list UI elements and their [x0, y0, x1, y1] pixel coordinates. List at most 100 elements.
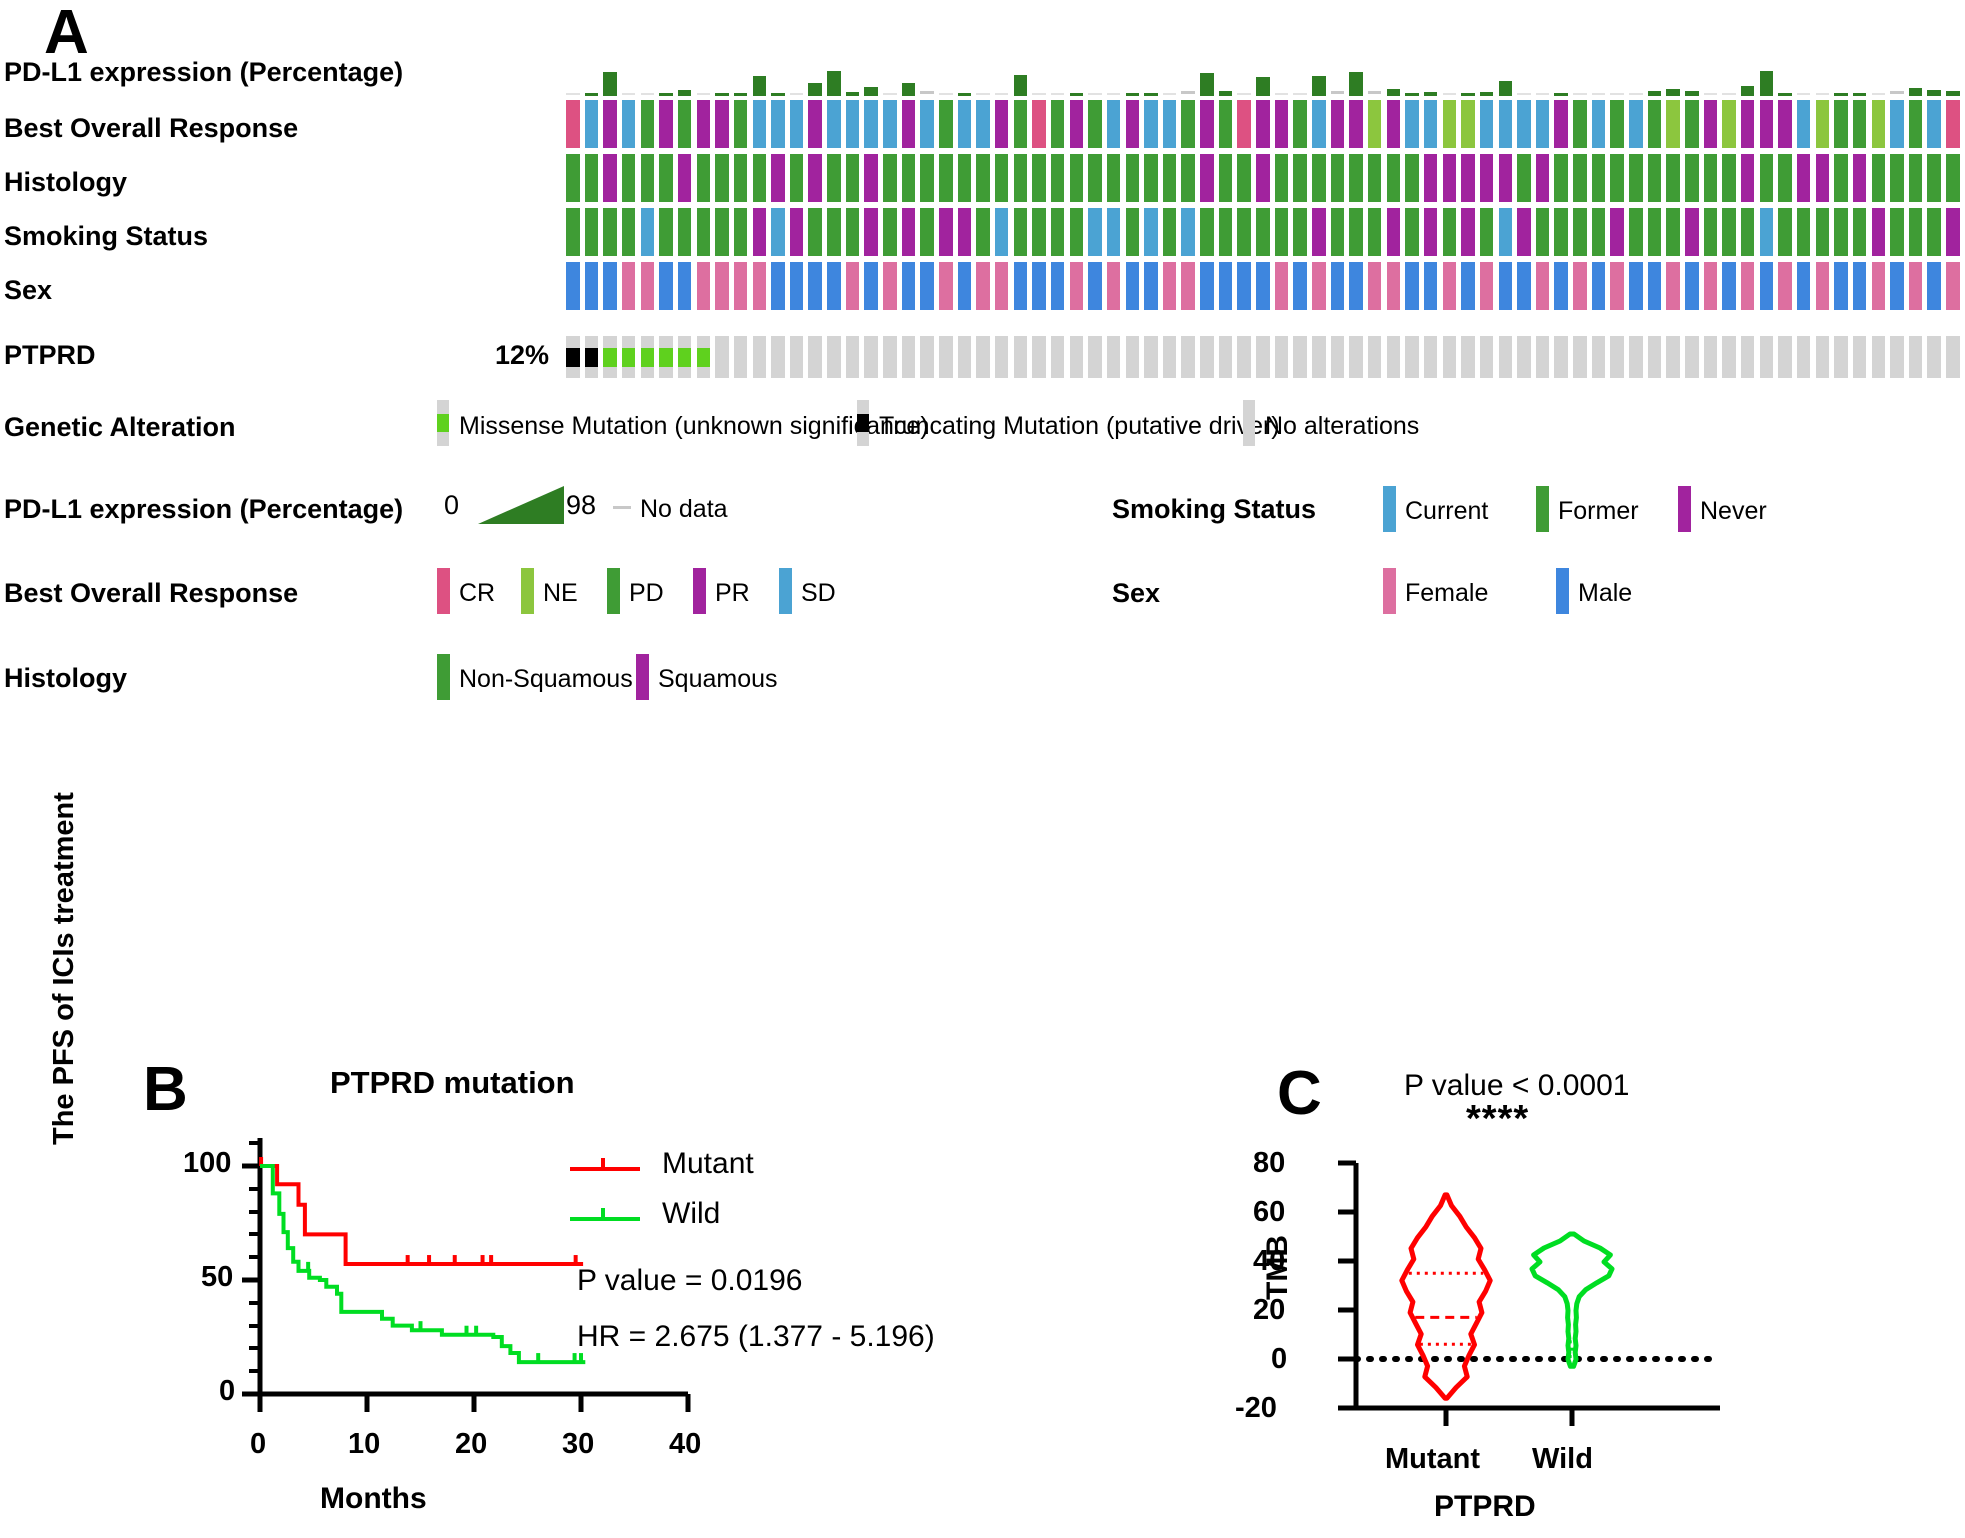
pdl1-bar	[640, 93, 655, 95]
oncoprint-cell-background	[1013, 336, 1028, 378]
oncoprint-cell	[1367, 154, 1382, 202]
oncoprint-cell-background	[1106, 336, 1121, 378]
pdl1-bar	[920, 91, 934, 94]
legend-item-label: PR	[715, 579, 750, 607]
oncoprint-cell	[1479, 262, 1494, 310]
legend-swatch-icon	[1383, 486, 1396, 532]
oncoprint-tracks[interactable]	[566, 40, 1965, 380]
pdl1-bar	[1088, 93, 1102, 95]
oncoprint-cell	[789, 100, 804, 148]
oncoprint-alteration-marker	[640, 347, 655, 367]
oncoprint-cell	[1666, 154, 1680, 202]
pdl1-bar	[1013, 74, 1028, 96]
oncoprint-cell	[1703, 262, 1718, 310]
legend-marker-mutant-icon	[570, 1158, 640, 1171]
pdl1-gradient-max: 98	[566, 490, 597, 520]
oncoprint-cell-background	[1685, 336, 1699, 378]
oncoprint-cell	[621, 100, 636, 148]
pdl1-bar	[1778, 93, 1792, 96]
oncoprint-cell	[1554, 208, 1568, 256]
pdl1-gradient-wedge	[478, 486, 564, 524]
oncoprint-cell	[1871, 262, 1885, 310]
oncoprint-cell	[715, 154, 729, 202]
oncoprint-cell	[1535, 262, 1550, 310]
oncoprint-cell	[1666, 208, 1680, 256]
pdl1-bar	[864, 86, 878, 96]
oncoprint-cell	[1685, 208, 1699, 256]
oncoprint-alteration-marker	[584, 347, 599, 367]
legend-title-pdl1: PD-L1 expression (Percentage)	[4, 494, 404, 524]
oncoprint-cell	[1871, 154, 1885, 202]
legend-marker-wild-icon	[570, 1208, 640, 1221]
oncoprint-cell-background	[920, 336, 934, 378]
oncoprint-cell	[1927, 208, 1941, 256]
oncoprint-cell-background	[1573, 336, 1587, 378]
oncoprint-cell-background	[771, 336, 785, 378]
oncoprint-cell	[1740, 208, 1755, 256]
oncoprint-cell	[827, 154, 841, 202]
oncoprint-cell-background	[1349, 336, 1363, 378]
oncoprint-cell-background	[1517, 336, 1531, 378]
oncoprint-cell	[603, 262, 617, 310]
oncoprint-cell	[752, 262, 766, 310]
oncoprint-row-pd-l1-expression-percentage	[566, 40, 1965, 96]
panel-letter-b: B	[143, 1055, 188, 1124]
panel-c-stars: ****	[1466, 1098, 1530, 1140]
oncoprint-cell-background	[1666, 336, 1680, 378]
oncoprint-cell-background	[1423, 336, 1438, 378]
pdl1-bar	[1461, 92, 1475, 96]
oncoprint-cell	[1815, 208, 1830, 256]
oncoprint-cell	[696, 154, 711, 202]
oncoprint-cell	[920, 262, 934, 310]
oncoprint-cell	[752, 100, 766, 148]
legend-item-label: Non-Squamous	[459, 665, 633, 693]
pdl1-bar	[1162, 93, 1177, 95]
oncoprint-cell	[1479, 208, 1494, 256]
pdl1-bar	[1946, 90, 1960, 96]
oncoprint-cell-background	[845, 336, 860, 378]
pdl1-bar	[1237, 93, 1251, 95]
oncoprint-cell	[1908, 262, 1923, 310]
pdl1-bar	[1386, 88, 1401, 96]
oncoprint-cell	[1852, 262, 1867, 310]
ptprd-percent: 12%	[495, 340, 550, 370]
panel-b-xlabel: Months	[320, 1482, 427, 1515]
oncoprint-cell	[957, 262, 972, 310]
oncoprint-cell	[901, 262, 916, 310]
oncoprint-cell-background	[1852, 336, 1867, 378]
oncoprint-cell	[1796, 154, 1811, 202]
oncoprint-cell	[1647, 262, 1662, 310]
oncoprint-cell-background	[1181, 336, 1195, 378]
pdl1-bar	[1759, 70, 1774, 96]
oncoprint-cell	[883, 154, 897, 202]
oncoprint-cell	[1852, 154, 1867, 202]
oncoprint-cell-background	[1871, 336, 1885, 378]
pdl1-bar	[1573, 93, 1587, 95]
oncoprint-cell-background	[1629, 336, 1643, 378]
pdl1-bar	[1815, 93, 1830, 95]
tmb-violin-plot[interactable]	[1300, 1155, 1860, 1455]
oncoprint-cell-background	[1050, 336, 1065, 378]
pdl1-bar	[939, 93, 953, 95]
oncoprint-cell-background	[1535, 336, 1550, 378]
oncoprint-cell	[584, 208, 599, 256]
pdl1-bar	[1312, 75, 1326, 96]
oncoprint-cell-background	[808, 336, 822, 378]
oncoprint-cell	[1442, 262, 1457, 310]
pdl1-nodata-label: No data	[640, 495, 728, 523]
oncoprint-cell	[1237, 154, 1251, 202]
oncoprint-cell	[1666, 262, 1680, 310]
oncoprint-cell	[1256, 154, 1270, 202]
pdl1-bar	[827, 71, 841, 96]
oncoprint-cell	[939, 154, 953, 202]
pdl1-bar	[715, 93, 729, 96]
oncoprint-cell	[994, 262, 1009, 310]
oncoprint-cell	[1293, 154, 1307, 202]
panel-b-xtick-0: 0	[250, 1428, 267, 1460]
legend-swatch-icon	[607, 568, 620, 614]
oncoprint-cell	[976, 262, 990, 310]
legend-item-label: Current	[1405, 497, 1489, 525]
oncoprint-cell	[584, 100, 599, 148]
legend-swatch-icon	[437, 654, 450, 700]
oncoprint-alteration-marker	[603, 347, 617, 367]
